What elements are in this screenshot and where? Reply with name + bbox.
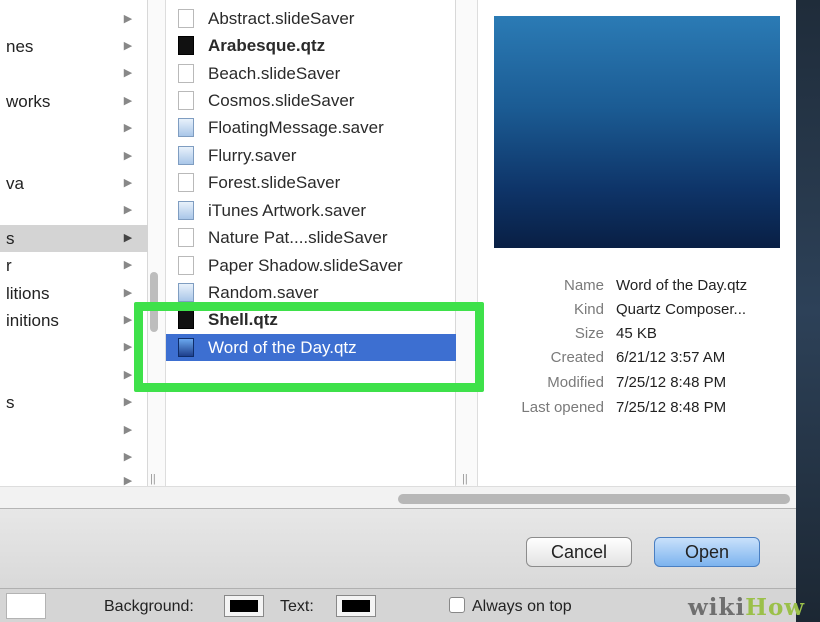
wikihow-watermark-logo: wikiHow <box>688 594 805 621</box>
watermark-how: How <box>745 594 806 621</box>
quartz-composition-icon <box>178 310 194 329</box>
quartz-composition-icon <box>178 36 194 55</box>
info-label-size: Size <box>574 325 604 342</box>
always-on-top-checkbox[interactable] <box>449 597 465 613</box>
always-on-top-label: Always on top <box>472 598 572 615</box>
info-value-modified: 7/25/12 8:48 PM <box>616 374 727 391</box>
chevron-right-icon: ▶ <box>123 451 133 463</box>
document-icon <box>178 91 194 110</box>
info-value-last-opened: 7/25/12 8:48 PM <box>616 399 727 416</box>
desktop-background <box>796 0 820 622</box>
document-icon <box>178 228 194 247</box>
chevron-right-icon: ▶ <box>123 287 133 299</box>
info-value-created: 6/21/12 3:57 AM <box>616 349 726 366</box>
horizontal-scrollbar-thumb[interactable] <box>398 494 790 504</box>
file-browser: nes works va s r litions initions s ▶ ▶ … <box>0 0 796 508</box>
info-value-name: Word of the Day.qtz <box>616 277 748 294</box>
quartz-composition-icon <box>178 338 194 357</box>
screensaver-preview-image <box>494 16 780 248</box>
chevron-right-icon: ▶ <box>123 396 133 408</box>
info-value-size: 45 KB <box>616 325 657 342</box>
info-label-created: Created <box>550 349 604 366</box>
vertical-scrollbar-thumb[interactable] <box>150 272 158 332</box>
file-item[interactable]: Nature Pat....slideSaver <box>178 224 458 251</box>
file-item[interactable]: Abstract.slideSaver <box>178 5 458 32</box>
info-label-last-opened: Last opened <box>521 399 604 416</box>
chevron-right-icon: ▶ <box>123 40 133 52</box>
column-divider[interactable] <box>456 0 478 486</box>
chevron-right-icon: ▶ <box>123 341 133 353</box>
chevron-right-icon: ▶ <box>123 67 133 79</box>
chevron-right-icon: ▶ <box>123 232 133 244</box>
file-item[interactable]: Random.saver <box>178 279 458 306</box>
chevron-right-icon: ▶ <box>123 122 133 134</box>
file-item[interactable]: iTunes Artwork.saver <box>178 197 458 224</box>
file-item[interactable]: Forest.slideSaver <box>178 169 458 196</box>
info-label-name: Name <box>563 277 604 294</box>
chevron-right-icon: ▶ <box>123 369 133 381</box>
file-item[interactable]: Paper Shadow.slideSaver <box>178 252 458 279</box>
chevron-right-icon: ▶ <box>123 13 133 25</box>
screensaver-bundle-icon <box>178 118 194 137</box>
column-divider[interactable] <box>148 0 166 486</box>
column-resize-grip-icon[interactable]: || <box>462 473 468 485</box>
open-button[interactable]: Open <box>654 537 760 567</box>
chevron-right-icon: ▶ <box>123 204 133 216</box>
file-item[interactable]: Shell.qtz <box>178 306 458 333</box>
file-item[interactable]: FloatingMessage.saver <box>178 114 458 141</box>
column-resize-grip-icon[interactable]: || <box>150 473 156 485</box>
file-item[interactable]: Beach.slideSaver <box>178 60 458 87</box>
document-icon <box>178 64 194 83</box>
info-value-kind: Quartz Composer... <box>616 301 747 318</box>
cancel-button[interactable]: Cancel <box>526 537 632 567</box>
chevron-right-icon: ▶ <box>123 150 133 162</box>
chevron-right-icon: ▶ <box>123 177 133 189</box>
background-label: Background: <box>104 598 194 615</box>
document-icon <box>178 9 194 28</box>
chevron-right-icon: ▶ <box>123 95 133 107</box>
file-item[interactable]: Flurry.saver <box>178 142 458 169</box>
text-field[interactable] <box>6 593 46 619</box>
screensaver-bundle-icon <box>178 201 194 220</box>
screensaver-bundle-icon <box>178 146 194 165</box>
info-label-kind: Kind <box>573 301 604 318</box>
document-icon <box>178 256 194 275</box>
text-color-label: Text: <box>280 598 314 615</box>
watermark-wiki: wiki <box>688 594 746 621</box>
file-item-selected[interactable]: Word of the Day.qtz <box>166 334 456 361</box>
chevron-right-icon: ▶ <box>123 259 133 271</box>
background-color-well[interactable] <box>224 595 264 617</box>
screensaver-bundle-icon <box>178 283 194 302</box>
chevron-right-icon: ▶ <box>123 424 133 436</box>
info-label-modified: Modified <box>547 374 604 391</box>
document-icon <box>178 173 194 192</box>
file-item[interactable]: Arabesque.qtz <box>178 32 458 59</box>
chevron-right-icon: ▶ <box>123 314 133 326</box>
text-color-well[interactable] <box>336 595 376 617</box>
file-item[interactable]: Cosmos.slideSaver <box>178 87 458 114</box>
